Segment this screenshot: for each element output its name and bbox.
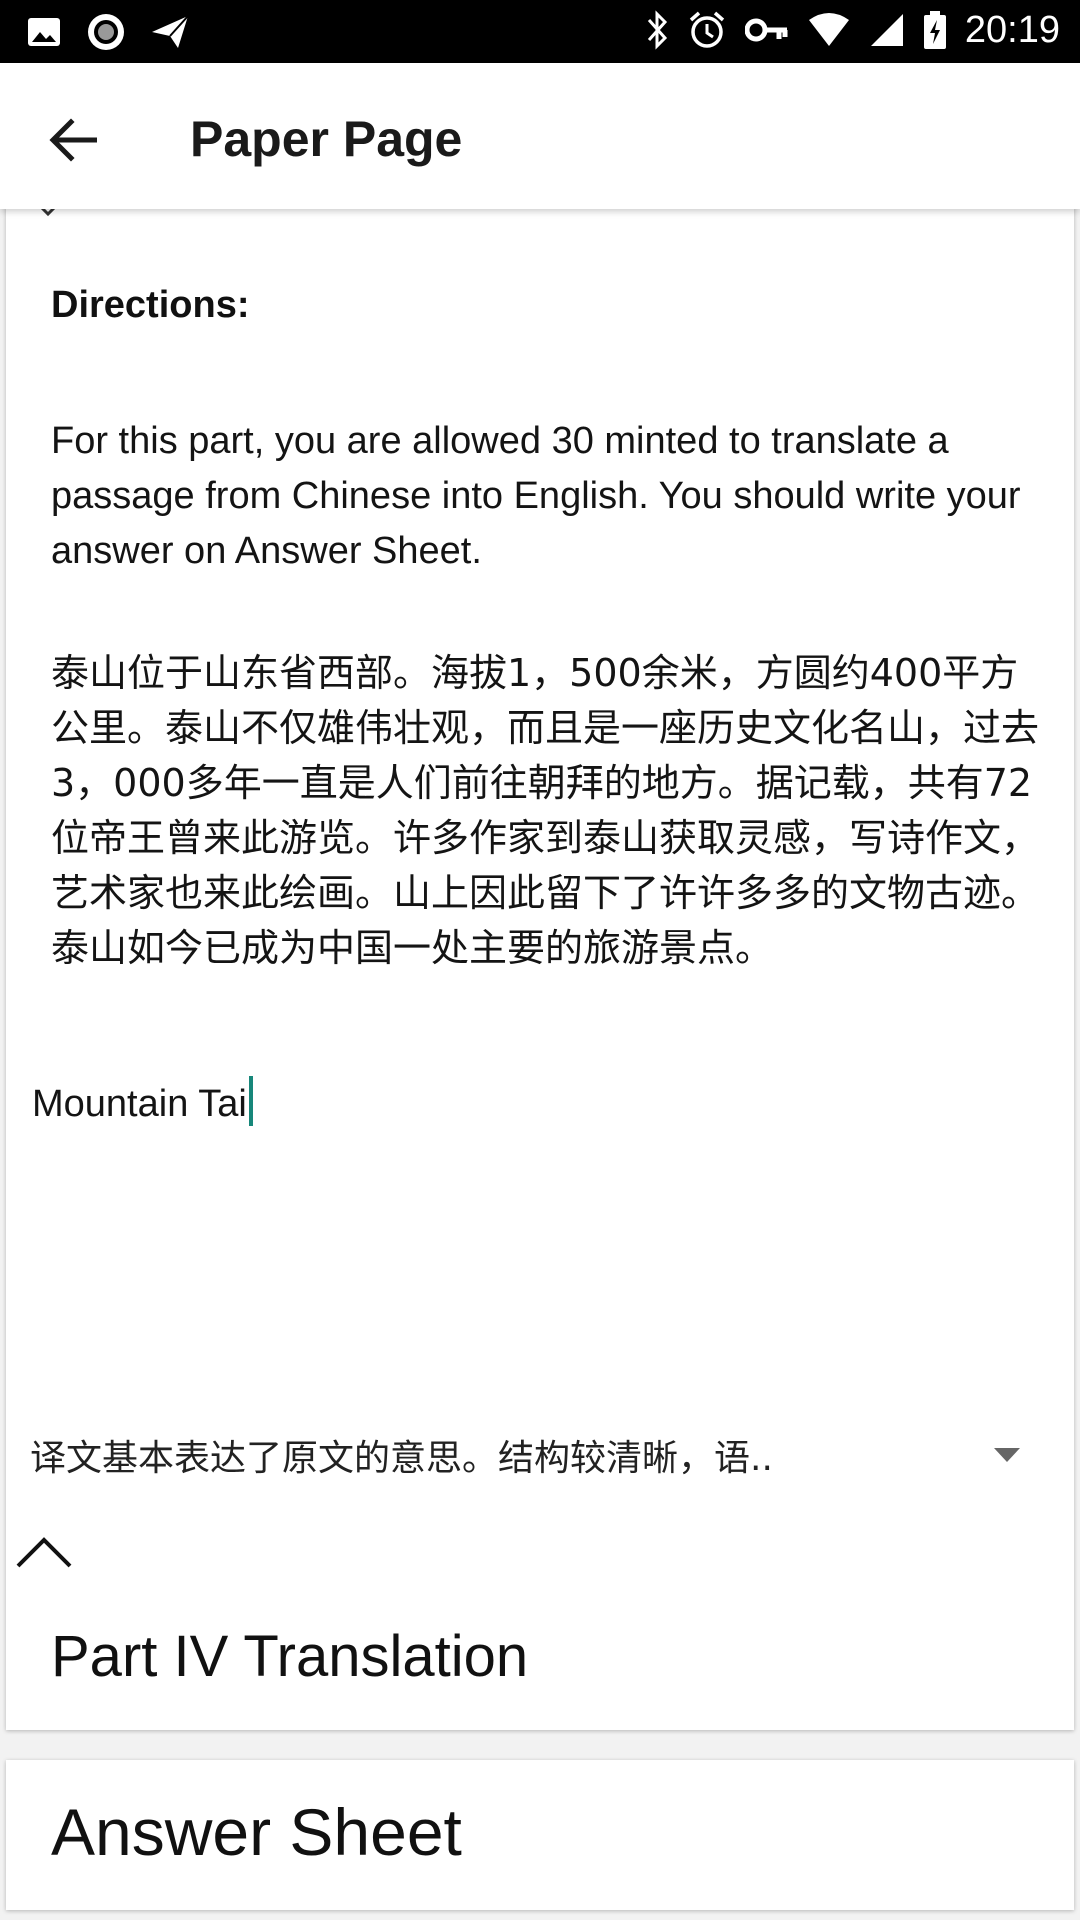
answer-sheet-title: Answer Sheet xyxy=(51,1795,462,1869)
clock-time: 20:19 xyxy=(964,9,1060,51)
notification-icons xyxy=(26,12,190,52)
battery-charging-icon xyxy=(923,10,947,50)
dropdown-caret-icon xyxy=(994,1448,1020,1462)
bluetooth-icon xyxy=(645,10,669,50)
feedback-selected-value: 译文基本表达了原文的意思。结构较清晰，语.. xyxy=(30,1438,773,1479)
chevron-up-icon[interactable] xyxy=(12,1526,76,1576)
send-icon xyxy=(150,14,190,50)
answer-text: Mountain Tai xyxy=(32,1083,247,1125)
vpn-key-icon xyxy=(744,15,789,45)
directions-heading: Directions: xyxy=(51,284,250,326)
signal-icon xyxy=(869,12,905,48)
record-icon xyxy=(86,12,126,52)
page-title: Paper Page xyxy=(190,111,463,167)
app-bar: Paper Page xyxy=(0,63,1080,209)
image-icon xyxy=(26,14,62,50)
section-title: Part IV Translation xyxy=(51,1624,529,1689)
back-button[interactable] xyxy=(36,103,110,177)
text-cursor xyxy=(248,1076,253,1126)
wifi-icon xyxy=(807,12,851,48)
directions-text: For this part, you are allowed 30 minted… xyxy=(51,420,1021,572)
answer-textarea[interactable]: Mountain Tai xyxy=(32,1076,1042,1376)
arrow-left-icon xyxy=(49,118,97,162)
chinese-passage: 泰山位于山东省西部。海拔1，500余米，方圆约400平方公里。泰山不仅雄伟壮观，… xyxy=(51,651,1040,970)
system-icons: 20:19 xyxy=(645,10,1060,50)
question-card: Directions: For this part, you are allow… xyxy=(6,206,1074,1730)
alarm-icon xyxy=(687,10,727,50)
feedback-dropdown[interactable]: 译文基本表达了原文的意思。结构较清晰，语.. xyxy=(30,1420,1050,1490)
answer-sheet-card[interactable]: Answer Sheet xyxy=(6,1760,1074,1910)
status-bar: 20:19 xyxy=(0,0,1080,63)
